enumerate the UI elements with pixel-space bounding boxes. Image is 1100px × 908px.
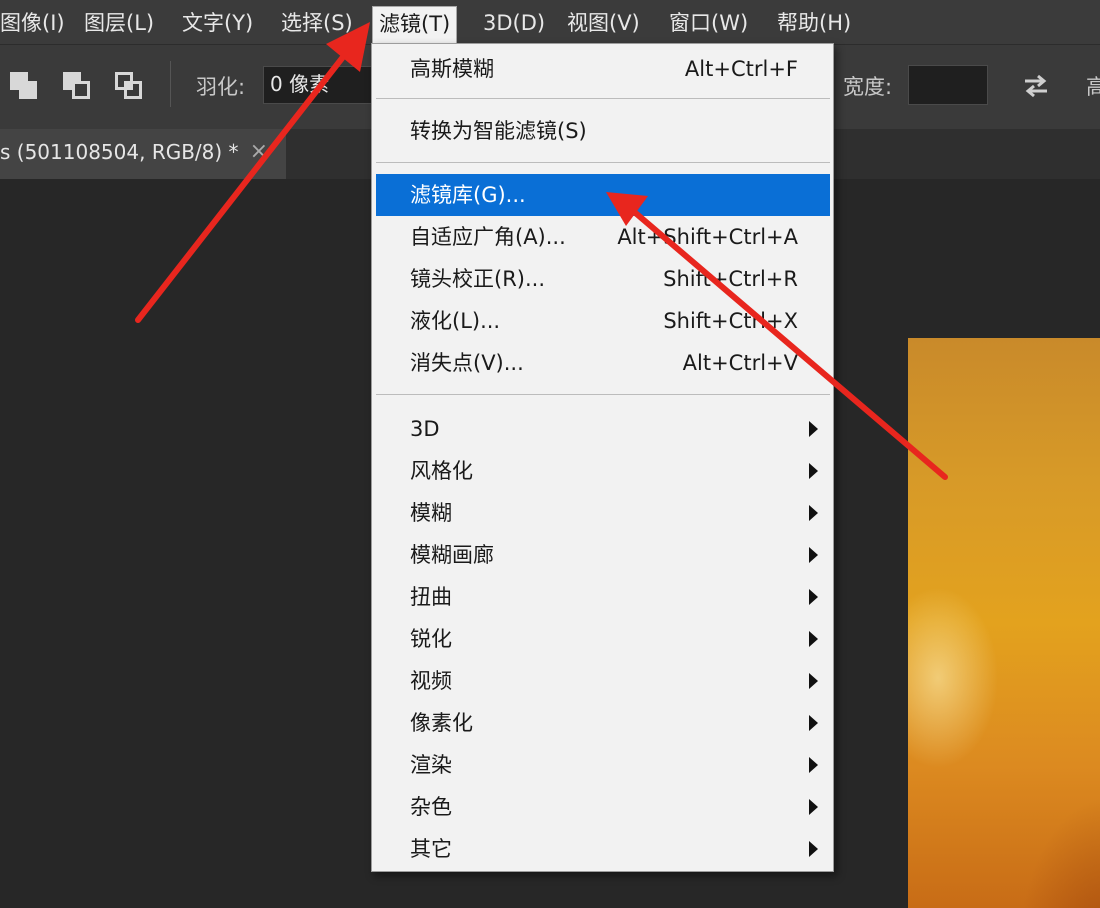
menu-3d[interactable]: 3D(D) — [483, 7, 545, 39]
menu-item-label: 消失点(V)... — [410, 351, 524, 375]
submenu-stylize[interactable]: 风格化 — [376, 450, 830, 492]
menu-item-filter-gallery[interactable]: 滤镜库(G)... — [376, 174, 830, 216]
menu-view[interactable]: 视图(V) — [567, 7, 640, 39]
submenu-sharpen[interactable]: 锐化 — [376, 618, 830, 660]
menu-divider — [376, 162, 830, 163]
submenu-arrow-icon — [809, 631, 818, 647]
document-tab[interactable]: s (501108504, RGB/8) * × — [0, 129, 286, 179]
menu-item-label: 3D — [410, 417, 440, 441]
filter-menu-dropdown: 高斯模糊 Alt+Ctrl+F 转换为智能滤镜(S) 滤镜库(G)... 自适应… — [371, 43, 834, 872]
submenu-arrow-icon — [809, 505, 818, 521]
menu-help[interactable]: 帮助(H) — [777, 7, 851, 39]
menu-item-label: 风格化 — [410, 459, 473, 483]
width-label: 宽度: — [843, 75, 893, 99]
menu-item-convert-smart-filter[interactable]: 转换为智能滤镜(S) — [376, 110, 830, 152]
add-to-selection-icon[interactable] — [10, 72, 38, 100]
menu-item-label: 镜头校正(R)... — [410, 267, 546, 291]
menu-filter[interactable]: 滤镜(T) — [372, 6, 458, 45]
menu-item-label: 渲染 — [410, 753, 452, 777]
menu-item-adaptive-wide-angle[interactable]: 自适应广角(A)... Alt+Shift+Ctrl+A — [376, 216, 830, 258]
menu-item-vanishing-point[interactable]: 消失点(V)... Alt+Ctrl+V — [376, 342, 830, 384]
close-icon[interactable]: × — [250, 129, 268, 175]
submenu-arrow-icon — [809, 841, 818, 857]
submenu-noise[interactable]: 杂色 — [376, 786, 830, 828]
menu-item-label: 视频 — [410, 669, 452, 693]
menu-item-label: 液化(L)... — [410, 309, 501, 333]
width-input[interactable] — [908, 65, 988, 105]
submenu-render[interactable]: 渲染 — [376, 744, 830, 786]
feather-input[interactable]: 0 像素 — [263, 66, 373, 104]
menu-item-lens-correction[interactable]: 镜头校正(R)... Shift+Ctrl+R — [376, 258, 830, 300]
menu-item-label: 自适应广角(A)... — [410, 225, 566, 249]
intersect-selection-icon[interactable] — [115, 72, 143, 100]
menu-item-label: 像素化 — [410, 711, 473, 735]
menu-item-label: 锐化 — [410, 627, 452, 651]
menu-item-shortcut: Alt+Shift+Ctrl+A — [617, 225, 798, 249]
menu-item-shortcut: Alt+Ctrl+V — [682, 351, 798, 375]
menu-layer[interactable]: 图层(L) — [84, 7, 154, 39]
submenu-blur[interactable]: 模糊 — [376, 492, 830, 534]
submenu-arrow-icon — [809, 589, 818, 605]
menu-select[interactable]: 选择(S) — [281, 7, 353, 39]
menu-item-label: 滤镜库(G)... — [410, 183, 526, 207]
menu-item-shortcut: Shift+Ctrl+X — [663, 309, 798, 333]
feather-label: 羽化: — [196, 75, 246, 99]
subtract-from-selection-icon[interactable] — [63, 72, 91, 100]
height-label: 高 — [1086, 75, 1100, 99]
menu-window[interactable]: 窗口(W) — [669, 7, 748, 39]
menu-item-label: 杂色 — [410, 795, 452, 819]
menu-item-label: 模糊画廊 — [410, 543, 494, 567]
submenu-arrow-icon — [809, 547, 818, 563]
menu-item-liquify[interactable]: 液化(L)... Shift+Ctrl+X — [376, 300, 830, 342]
canvas-image[interactable] — [908, 338, 1100, 908]
submenu-arrow-icon — [809, 673, 818, 689]
menu-item-label: 转换为智能滤镜(S) — [410, 119, 587, 143]
menu-divider — [376, 98, 830, 99]
menu-type[interactable]: 文字(Y) — [182, 7, 253, 39]
submenu-video[interactable]: 视频 — [376, 660, 830, 702]
document-title: s (501108504, RGB/8) * — [0, 140, 239, 164]
submenu-other[interactable]: 其它 — [376, 828, 830, 870]
swap-dimensions-icon[interactable] — [1022, 72, 1050, 100]
submenu-arrow-icon — [809, 757, 818, 773]
submenu-blur-gallery[interactable]: 模糊画廊 — [376, 534, 830, 576]
menu-item-gaussian-blur[interactable]: 高斯模糊 Alt+Ctrl+F — [376, 48, 830, 90]
menu-item-label: 扭曲 — [410, 585, 452, 609]
menu-image[interactable]: 图像(I) — [0, 7, 65, 39]
menu-item-label: 高斯模糊 — [410, 57, 494, 81]
menu-item-shortcut: Alt+Ctrl+F — [684, 57, 798, 81]
menu-item-shortcut: Shift+Ctrl+R — [663, 267, 798, 291]
menu-item-label: 模糊 — [410, 501, 452, 525]
menu-item-label: 其它 — [410, 837, 452, 861]
divider — [170, 61, 171, 107]
submenu-arrow-icon — [809, 799, 818, 815]
submenu-arrow-icon — [809, 715, 818, 731]
submenu-distort[interactable]: 扭曲 — [376, 576, 830, 618]
submenu-3d[interactable]: 3D — [376, 408, 830, 450]
submenu-pixelate[interactable]: 像素化 — [376, 702, 830, 744]
submenu-arrow-icon — [809, 463, 818, 479]
menu-divider — [376, 394, 830, 395]
submenu-arrow-icon — [809, 421, 818, 437]
menu-bar: 图像(I) 图层(L) 文字(Y) 选择(S) 滤镜(T) 3D(D) 视图(V… — [0, 0, 1100, 45]
